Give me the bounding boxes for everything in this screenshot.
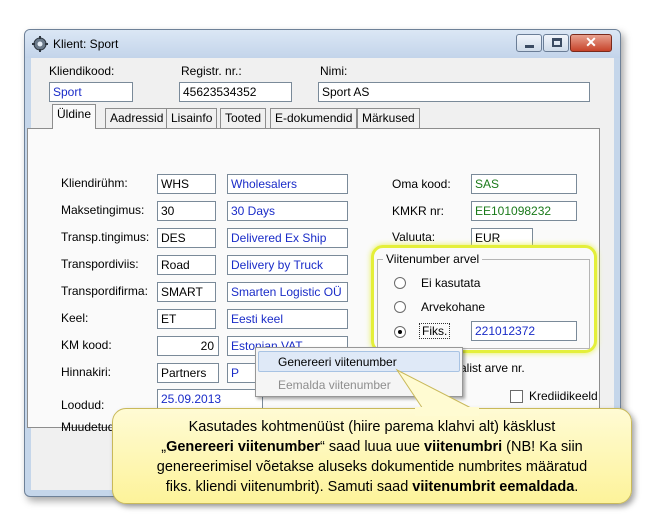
carrier-code-input[interactable]: SMART (157, 282, 216, 302)
callout-pointer (395, 368, 479, 416)
callout-reference-term: viitenumbri (424, 439, 503, 455)
price-list-label: Hinnakiri: (61, 365, 112, 379)
callout-line-2: „Genereeri viitenumber“ saad luua uue vi… (113, 437, 631, 457)
transport-mode-label: Transpordiviis: (61, 257, 139, 271)
callout-remove-term: viitenumbrit eemaldada (412, 479, 575, 495)
payment-terms-desc: 30 Days (227, 201, 348, 221)
own-code-input[interactable]: SAS (471, 174, 577, 194)
vat-number-input[interactable]: EE101098232 (471, 201, 577, 221)
help-callout-text: Kasutades kohtmenüüst (hiire parema klah… (113, 417, 631, 497)
callout-line-2-text: “ saad luua uue (320, 439, 424, 455)
callout-line-4: fiks. kliendi viitenumbrit). Samuti saad… (113, 477, 631, 497)
title-bar[interactable]: Klient: Sport ✕ (25, 30, 620, 58)
window-title: Klient: Sport (53, 37, 119, 51)
vat-code-input[interactable]: 20 (157, 336, 219, 356)
callout-generate-term: Genereeri viitenumber (166, 439, 320, 455)
callout-line-2-note: (NB! Ka siin (502, 439, 583, 455)
customer-group-label: Kliendirühm: (61, 176, 128, 190)
transport-mode-desc: Delivery by Truck (227, 255, 348, 275)
menu-item-remove-reference[interactable]: Eemalda viitenumber (278, 378, 391, 392)
reg-no-input[interactable]: 45623534352 (179, 82, 292, 102)
menu-item-generate-reference[interactable]: Genereeri viitenumber (278, 355, 397, 369)
name-input[interactable]: Sport AS (318, 82, 590, 102)
tab-notes[interactable]: Märkused (357, 108, 420, 128)
callout-line-4-text: fiks. kliendi viitenumbrit). Samuti saad (165, 479, 413, 495)
customer-group-desc: Wholesalers (227, 174, 348, 194)
modified-label: Muudetud: (61, 420, 118, 434)
help-callout: Kasutades kohtmenüüst (hiire parema klah… (112, 408, 632, 504)
vat-number-label: KMKR nr: (392, 204, 445, 218)
callout-line-3: genereerimisel võetakse aluseks dokument… (156, 459, 588, 475)
client-code-input[interactable]: Sport (49, 82, 133, 102)
tab-products[interactable]: Tooted (220, 108, 267, 128)
language-code-input[interactable]: ET (157, 309, 216, 329)
maximize-button[interactable] (543, 34, 569, 52)
close-icon: ✕ (585, 34, 597, 50)
callout-line-4-end: . (574, 479, 579, 495)
client-code-label: Kliendikood: (49, 64, 115, 78)
close-button[interactable]: ✕ (570, 34, 612, 52)
created-label: Loodud: (61, 398, 105, 412)
created-date-field: 25.09.2013 (157, 389, 263, 409)
tab-general[interactable]: Üldine (52, 104, 97, 129)
name-label: Nimi: (320, 64, 348, 78)
minimize-icon (525, 45, 534, 48)
tab-addresses[interactable]: Aadressid (105, 108, 169, 128)
delivery-terms-code-input[interactable]: DES (157, 228, 216, 248)
callout-line-1: Kasutades kohtmenüüst (hiire parema klah… (188, 419, 556, 435)
reg-no-label: Registr. nr.: (181, 64, 242, 78)
transport-mode-code-input[interactable]: Road (157, 255, 216, 275)
own-code-label: Oma kood: (392, 177, 451, 191)
customer-group-code-input[interactable]: WHS (157, 174, 216, 194)
credit-block-label: Krediidikeeld (529, 389, 598, 403)
carrier-desc: Smarten Logistic OÜ (227, 282, 348, 302)
maximize-icon (552, 38, 562, 47)
carrier-label: Transpordifirma: (61, 284, 148, 298)
language-label: Keel: (61, 311, 89, 325)
reference-number-highlight (371, 245, 597, 353)
tab-e-documents[interactable]: E-dokumendid (270, 108, 358, 128)
credit-block-checkbox[interactable] (510, 390, 523, 403)
language-desc: Eesti keel (227, 309, 348, 329)
minimize-button[interactable] (516, 34, 542, 52)
delivery-terms-desc: Delivered Ex Ship (227, 228, 348, 248)
currency-label: Valuuta: (392, 230, 436, 244)
vat-code-label: KM kood: (61, 338, 112, 352)
payment-terms-code-input[interactable]: 30 (157, 201, 216, 221)
tab-additional-info[interactable]: Lisainfo (166, 108, 218, 128)
payment-terms-label: Maksetingimus: (61, 203, 145, 217)
price-list-code-input[interactable]: Partners (157, 363, 219, 383)
app-gear-icon (32, 36, 48, 52)
delivery-terms-label: Transp.tingimus: (61, 230, 150, 244)
